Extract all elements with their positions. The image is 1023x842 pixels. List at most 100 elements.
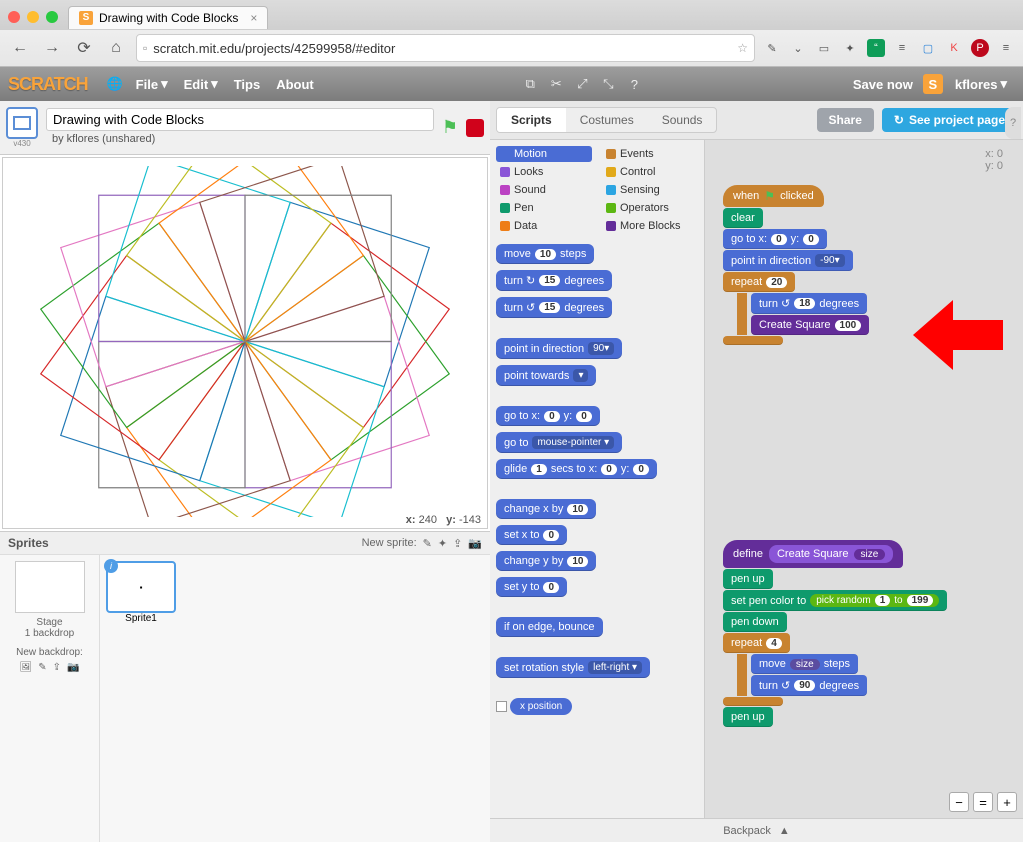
block-bounce[interactable]: if on edge, bounce [496,617,603,637]
upload-backdrop-icon[interactable]: ⇪ [53,662,61,673]
cat-operators[interactable]: Operators [602,200,698,216]
help-drawer-handle[interactable]: ? [1005,107,1021,139]
menu-about[interactable]: About [276,77,314,92]
tab-sounds[interactable]: Sounds [648,108,717,132]
block-change-y[interactable]: change y by10 [496,551,596,571]
pinterest-icon[interactable]: P [971,39,989,57]
zoom-out-button[interactable]: − [949,792,969,812]
block-turn-ccw[interactable]: turn ↺15degrees [496,297,612,318]
cat-pen[interactable]: Pen [496,200,592,216]
stage-thumbnail[interactable] [15,561,85,613]
choose-backdrop-icon[interactable]: 🖼 [20,662,33,673]
zoom-reset-button[interactable]: = [973,792,993,812]
cat-data[interactable]: Data [496,218,592,234]
user-avatar[interactable]: S [923,74,943,94]
cat-events[interactable]: Events [602,146,698,162]
back-button[interactable]: ← [8,36,32,60]
klout-icon[interactable]: K [945,39,963,57]
cat-looks[interactable]: Looks [496,164,592,180]
block-pen-up[interactable]: pen up [723,569,773,589]
block-point-direction-s[interactable]: point in direction-90▾ [723,250,853,271]
save-now-button[interactable]: Save now [853,77,913,92]
hangouts-icon[interactable]: “ [867,39,885,57]
green-flag-button[interactable]: ⚑ [442,117,458,138]
user-menu[interactable]: kflores ▾ [955,76,1007,92]
home-button[interactable]: ⌂ [104,36,128,60]
pushpin-icon[interactable]: ✎ [763,39,781,57]
mask-icon[interactable]: ▭ [815,39,833,57]
window-minimize-button[interactable] [27,11,39,23]
block-repeat[interactable]: repeat20 [723,272,795,292]
block-turn-90[interactable]: turn ↺90degrees [751,675,867,696]
block-set-x[interactable]: set x to0 [496,525,567,545]
block-point-direction[interactable]: point in direction90▾ [496,338,622,359]
block-goto[interactable]: go tomouse-pointer ▾ [496,432,622,453]
hat-when-flag-clicked[interactable]: when⚑clicked [723,185,824,207]
block-move[interactable]: move10steps [496,244,594,264]
block-glide[interactable]: glide1secs to x:0y:0 [496,459,657,479]
backpack-bar[interactable]: Backpack ▲ [490,818,1023,842]
shrink-icon[interactable]: ⤡ [597,73,619,95]
tab-costumes[interactable]: Costumes [566,108,648,132]
grow-icon[interactable]: ⤢ [571,73,593,95]
block-pen-down[interactable]: pen down [723,612,787,632]
crop-icon[interactable]: ▢ [919,39,937,57]
window-close-button[interactable] [8,11,20,23]
script-stack-main[interactable]: when⚑clicked clear go to x:0y:0 point in… [723,185,869,345]
block-clear[interactable]: clear [723,208,763,228]
cat-motion[interactable]: Motion [496,146,592,162]
project-page-button[interactable]: ↻ See project page [882,108,1017,132]
stage-mode-button[interactable] [6,107,38,139]
stop-button[interactable] [466,119,484,137]
tab-scripts[interactable]: Scripts [497,108,566,132]
choose-sprite-icon[interactable]: ✎ [423,537,432,550]
xpos-checkbox[interactable] [496,701,507,712]
paint-backdrop-icon[interactable]: ✎ [38,662,46,673]
sprite-item[interactable]: i ▪ Sprite1 [106,561,176,836]
upload-sprite-icon[interactable]: ⇪ [453,537,462,550]
browser-tab[interactable]: S Drawing with Code Blocks × [68,6,268,29]
menu-icon[interactable]: ≡ [997,39,1015,57]
menu-edit[interactable]: Edit▾ [184,76,218,92]
block-change-x[interactable]: change x by10 [496,499,596,519]
close-tab-icon[interactable]: × [250,11,257,25]
help-icon[interactable]: ? [623,73,645,95]
window-zoom-button[interactable] [46,11,58,23]
stage[interactable]: x: 240 y: -143 [2,157,488,529]
block-pen-up-2[interactable]: pen up [723,707,773,727]
cat-sound[interactable]: Sound [496,182,592,198]
menu-file[interactable]: File▾ [136,76,168,92]
cat-sensing[interactable]: Sensing [602,182,698,198]
reload-button[interactable]: ⟳ [72,36,96,60]
stage-selector[interactable]: Stage 1 backdrop New backdrop: 🖼 ✎ ⇪ 📷 [0,555,100,842]
globe-icon[interactable]: 🌐 [104,73,126,95]
buffer-icon[interactable]: ≡ [893,39,911,57]
cat-more[interactable]: More Blocks [602,218,698,234]
block-move-size[interactable]: movesizesteps [751,654,858,674]
block-call-create-square[interactable]: Create Square100 [751,315,869,335]
block-turn-s[interactable]: turn ↺18degrees [751,293,867,314]
block-goto-xy[interactable]: go to x:0y:0 [496,406,600,426]
zoom-in-button[interactable]: + [997,792,1017,812]
hat-define[interactable]: define Create Squaresize [723,540,903,568]
block-turn-cw[interactable]: turn ↻15degrees [496,270,612,291]
block-xposition[interactable]: x position [510,698,572,715]
stamp-icon[interactable]: ⧉ [519,73,541,95]
star-icon[interactable]: ☆ [737,41,748,55]
camera-backdrop-icon[interactable]: 📷 [67,662,79,673]
wand-icon[interactable]: ✦ [841,39,859,57]
camera-sprite-icon[interactable]: 📷 [468,537,482,550]
scripts-area[interactable]: x: 0 y: 0 when⚑clicked clear go to x:0y:… [705,140,1023,818]
scissors-icon[interactable]: ✂ [545,73,567,95]
scratch-logo[interactable]: SCRATCH [8,74,88,95]
paint-sprite-icon[interactable]: ✦ [438,537,447,550]
block-set-y[interactable]: set y to0 [496,577,567,597]
omnibox[interactable]: ▫ ☆ [136,34,755,62]
project-title-input[interactable] [46,108,434,131]
url-input[interactable] [153,41,731,56]
forward-button[interactable]: → [40,36,64,60]
sprite-info-icon[interactable]: i [104,559,118,573]
menu-tips[interactable]: Tips [234,77,261,92]
block-goto-xy-s[interactable]: go to x:0y:0 [723,229,827,249]
pocket-icon[interactable]: ⌄ [789,39,807,57]
